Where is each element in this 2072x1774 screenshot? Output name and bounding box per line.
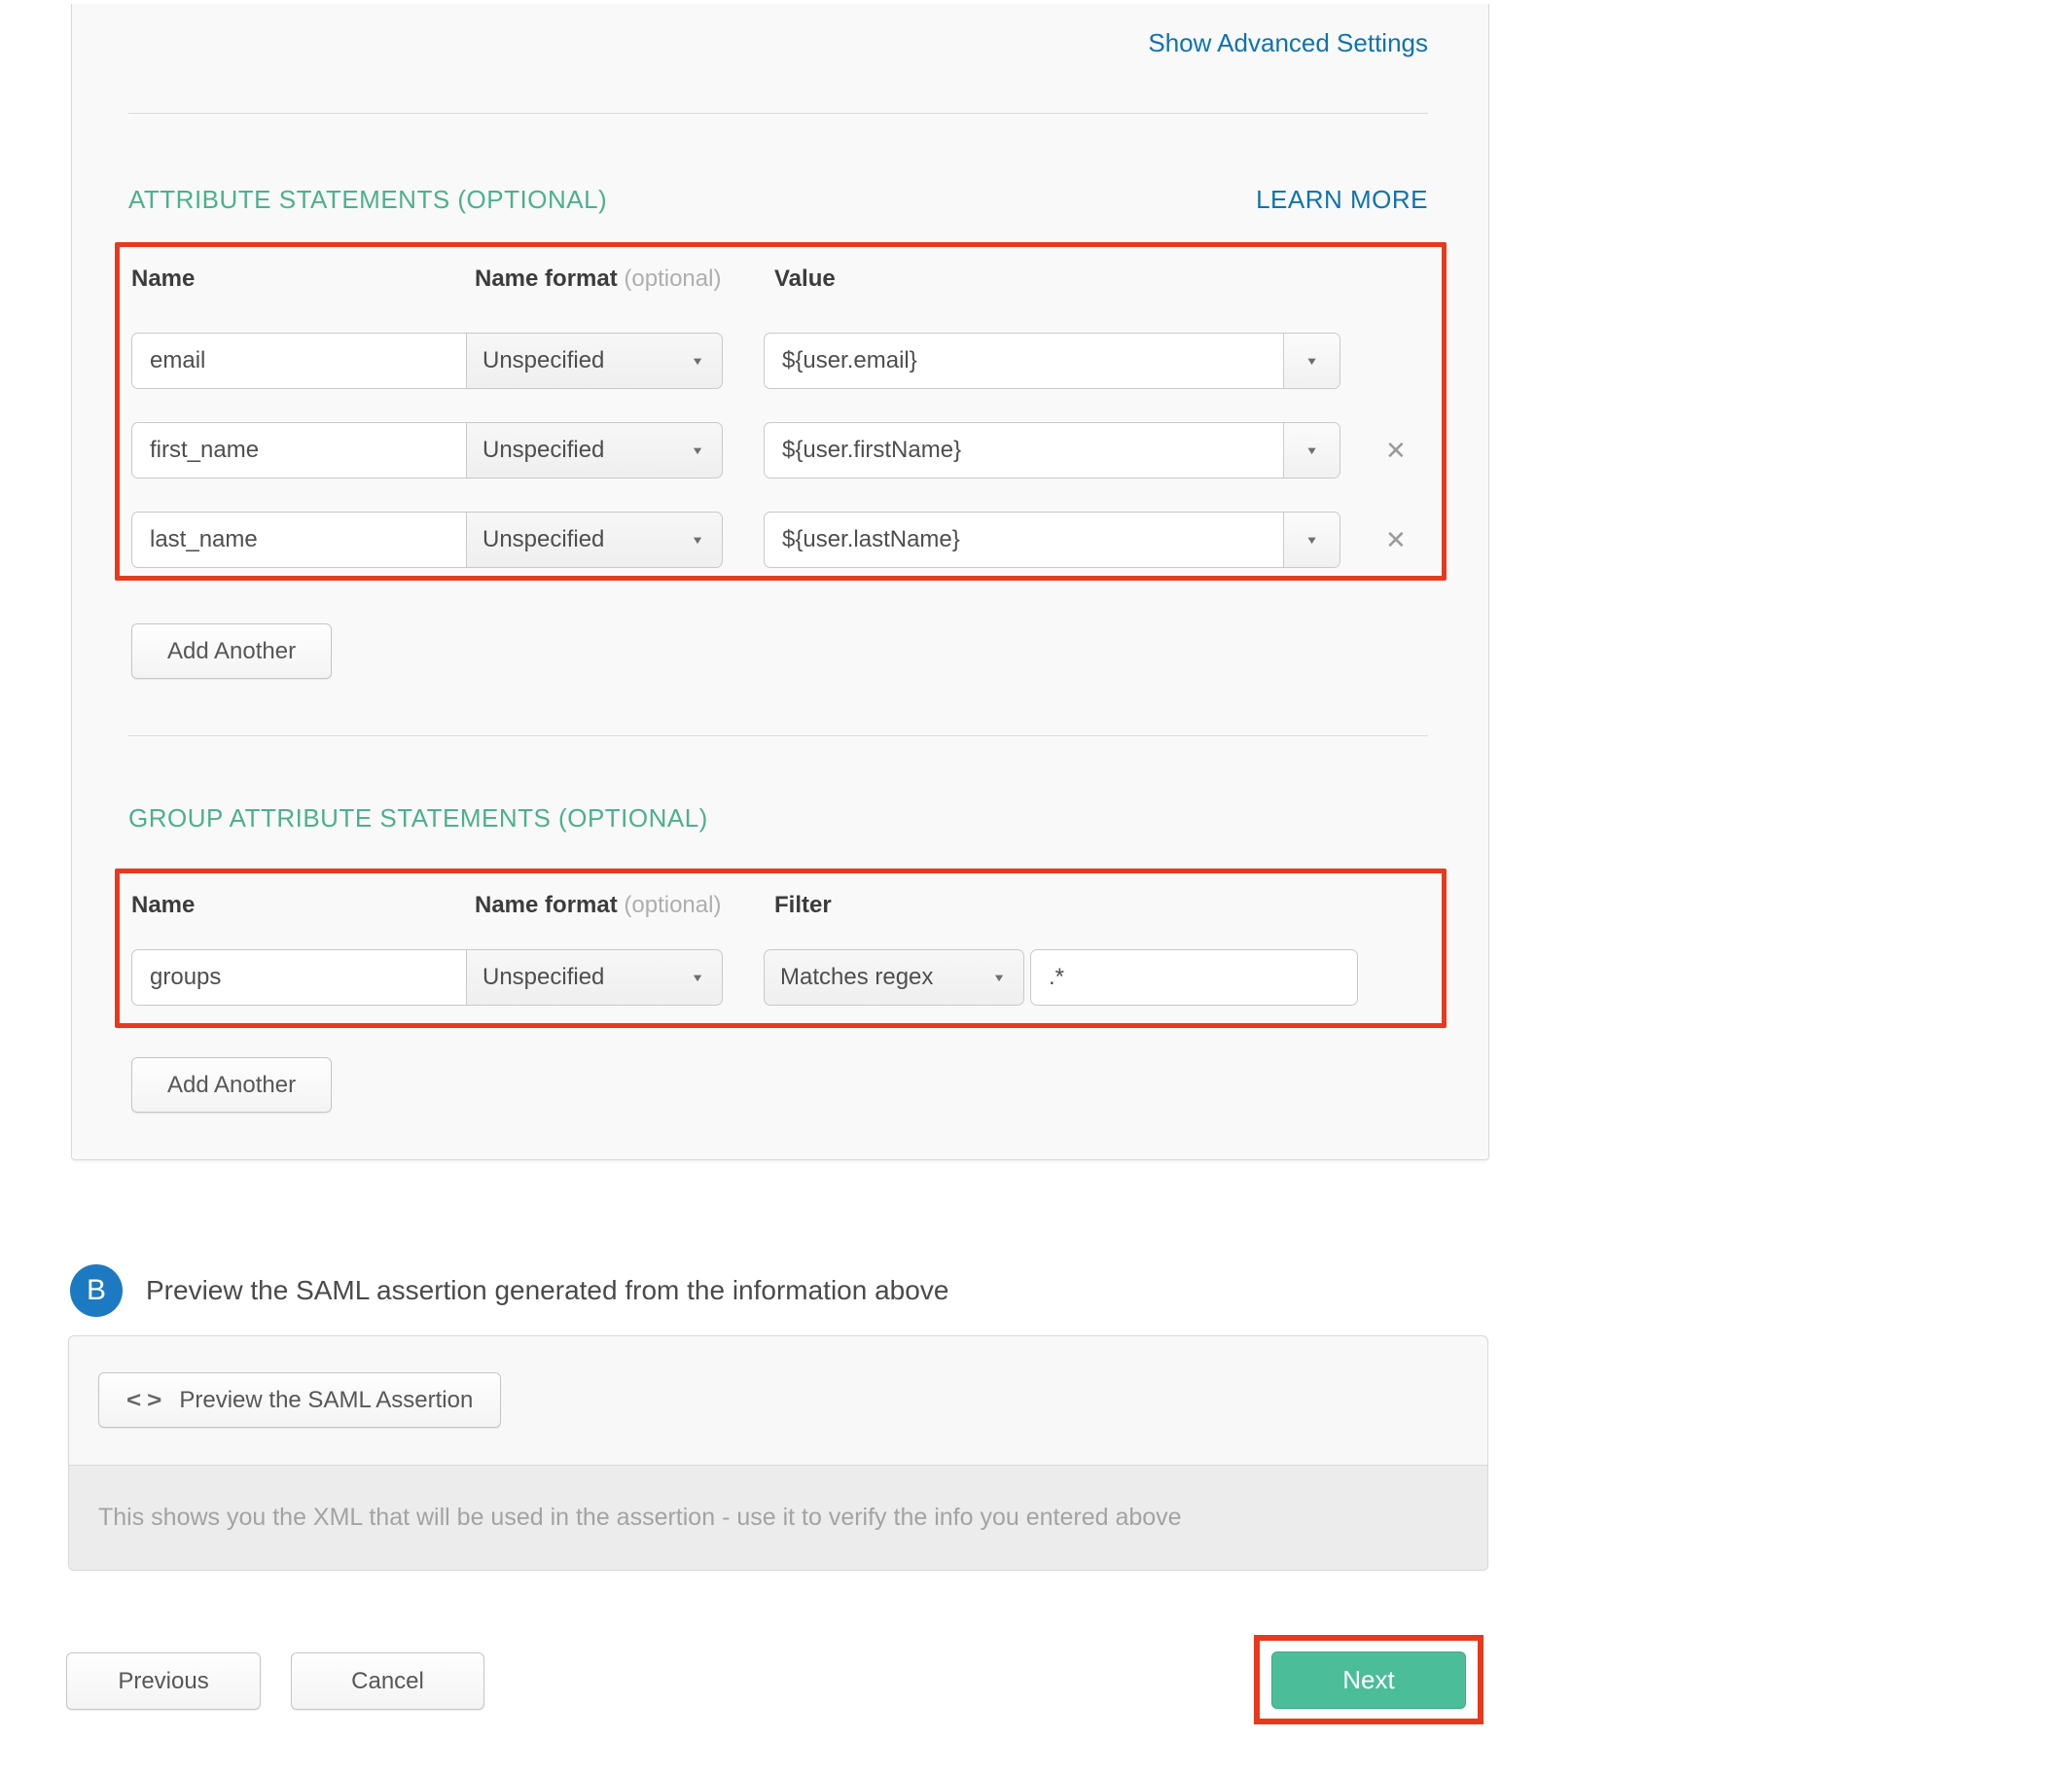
attribute-statements-title: ATTRIBUTE STATEMENTS (OPTIONAL): [128, 184, 607, 215]
name-format-selected-value: Unspecified: [482, 347, 604, 374]
column-header-optional: (optional): [624, 266, 721, 292]
attribute-value-input[interactable]: [765, 423, 1283, 478]
chevron-down-icon: ▼: [691, 972, 704, 984]
filter-type-selected-value: Matches regex: [780, 964, 933, 991]
group-attribute-statement-row: Unspecified ▼ Matches regex ▼: [131, 949, 1442, 1006]
attribute-name-format-group: Unspecified ▼: [131, 422, 723, 479]
name-format-select[interactable]: Unspecified ▼: [466, 512, 723, 568]
remove-row-button[interactable]: ✕: [1385, 527, 1407, 552]
attribute-rows: Unspecified ▼ ▼ ✕ Unspecified ▼ ▼: [131, 333, 1442, 568]
value-dropdown-button[interactable]: ▼: [1283, 334, 1340, 388]
name-format-select[interactable]: Unspecified ▼: [466, 422, 723, 479]
code-brackets-icon: <>: [126, 1387, 167, 1414]
column-header-filter: Filter: [764, 891, 832, 920]
value-dropdown-button[interactable]: ▼: [1283, 513, 1340, 567]
group-name-format-select[interactable]: Unspecified ▼: [466, 949, 723, 1006]
chevron-down-icon: ▼: [992, 972, 1006, 984]
name-format-select[interactable]: Unspecified ▼: [466, 333, 723, 389]
attribute-value-input[interactable]: [765, 334, 1283, 388]
attribute-name-input[interactable]: [131, 512, 467, 568]
saml-settings-panel: Show Advanced Settings ATTRIBUTE STATEME…: [71, 4, 1489, 1160]
preview-step-text: Preview the SAML assertion generated fro…: [146, 1275, 948, 1306]
column-header-value: Value: [764, 265, 836, 294]
attribute-value-input[interactable]: [765, 513, 1283, 567]
attribute-name-input[interactable]: [131, 333, 467, 389]
preview-saml-assertion-button[interactable]: <> Preview the SAML Assertion: [98, 1372, 501, 1428]
attribute-columns-header: Name Name format (optional) Value: [131, 265, 1442, 294]
attribute-statements-annotation-box: Name Name format (optional) Value Unspec…: [115, 242, 1447, 581]
advanced-settings-row: Show Advanced Settings: [72, 4, 1488, 58]
filter-type-select[interactable]: Matches regex ▼: [764, 949, 1024, 1006]
show-advanced-settings-link[interactable]: Show Advanced Settings: [1148, 28, 1428, 57]
preview-help-footer: This shows you the XML that will be used…: [69, 1465, 1487, 1570]
step-b-badge: B: [70, 1264, 123, 1317]
group-name-format-group: Unspecified ▼: [131, 949, 723, 1006]
attribute-statements-header-row: ATTRIBUTE STATEMENTS (OPTIONAL) LEARN MO…: [128, 184, 1428, 215]
preview-help-text: This shows you the XML that will be used…: [98, 1504, 1182, 1532]
saml-preview-panel: <> Preview the SAML Assertion This shows…: [68, 1335, 1488, 1571]
chevron-down-icon: ▼: [1305, 444, 1319, 457]
filter-value-input[interactable]: [1030, 949, 1358, 1006]
attribute-statement-row: Unspecified ▼ ▼ ✕: [131, 422, 1442, 479]
group-columns-header: Name Name format (optional) Filter: [131, 891, 1442, 920]
name-format-selected-value: Unspecified: [482, 437, 604, 464]
group-attribute-rows: Unspecified ▼ Matches regex ▼: [131, 949, 1442, 1006]
attribute-value-field: ▼: [764, 512, 1340, 568]
chevron-down-icon: ▼: [1305, 534, 1319, 547]
preview-button-label: Preview the SAML Assertion: [179, 1387, 473, 1414]
attribute-value-field: ▼: [764, 422, 1340, 479]
column-header-optional: (optional): [624, 892, 721, 918]
add-another-attribute-button[interactable]: Add Another: [131, 623, 332, 679]
chevron-down-icon: ▼: [691, 355, 704, 368]
attribute-name-format-group: Unspecified ▼: [131, 333, 723, 389]
chevron-down-icon: ▼: [691, 534, 704, 547]
attribute-value-field: ▼: [764, 333, 1340, 389]
column-header-name-format: Name format (optional): [467, 265, 764, 294]
attribute-statement-row: Unspecified ▼ ▼ ✕: [131, 512, 1442, 568]
section-divider: [128, 113, 1428, 114]
learn-more-link[interactable]: LEARN MORE: [1256, 184, 1428, 215]
group-attribute-statements-title: GROUP ATTRIBUTE STATEMENTS (OPTIONAL): [128, 802, 708, 834]
chevron-down-icon: ▼: [1305, 355, 1319, 368]
chevron-down-icon: ▼: [691, 444, 704, 457]
add-another-group-attribute-button[interactable]: Add Another: [131, 1057, 332, 1113]
value-dropdown-button[interactable]: ▼: [1283, 423, 1340, 478]
previous-button[interactable]: Previous: [66, 1652, 261, 1710]
section-divider: [128, 735, 1428, 736]
attribute-name-format-group: Unspecified ▼: [131, 512, 723, 568]
group-attribute-header-row: GROUP ATTRIBUTE STATEMENTS (OPTIONAL): [128, 802, 1428, 834]
next-button-annotation-box: Next: [1254, 1635, 1483, 1724]
preview-step-heading: B Preview the SAML assertion generated f…: [70, 1264, 948, 1317]
group-attribute-annotation-box: Name Name format (optional) Filter Unspe…: [115, 869, 1447, 1028]
cancel-button[interactable]: Cancel: [291, 1652, 484, 1710]
name-format-selected-value: Unspecified: [482, 526, 604, 553]
column-header-name-format: Name format (optional): [467, 891, 764, 920]
next-button[interactable]: Next: [1271, 1651, 1466, 1709]
attribute-statement-row: Unspecified ▼ ▼ ✕: [131, 333, 1442, 389]
attribute-name-input[interactable]: [131, 422, 467, 479]
group-name-format-selected-value: Unspecified: [482, 964, 604, 991]
column-header-name: Name: [131, 265, 467, 294]
column-header-name: Name: [131, 891, 467, 920]
remove-row-button[interactable]: ✕: [1385, 438, 1407, 463]
group-name-input[interactable]: [131, 949, 467, 1006]
